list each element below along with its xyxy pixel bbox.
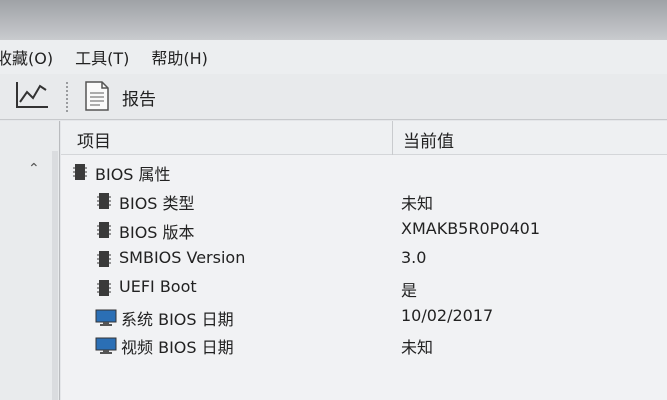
- table-row[interactable]: BIOS 版本 XMAKB5R0P0401: [61, 217, 667, 245]
- table-row[interactable]: SMBIOS Version 3.0: [61, 246, 667, 274]
- table-row[interactable]: UEFI Boot 是: [61, 275, 667, 303]
- table-header: 项目 当前值: [61, 121, 667, 155]
- chevron-up-icon[interactable]: ⌃: [28, 161, 40, 177]
- window-top-strip: [0, 0, 667, 40]
- navigation-pane: ⌃: [0, 121, 60, 400]
- document-icon[interactable]: [84, 80, 110, 112]
- table-row[interactable]: 视频 BIOS 日期 未知: [61, 332, 667, 360]
- screen: 收藏(O) 工具(T) 帮助(H) 报告 ⌃ 项目 当前值 BIOS 属性 BI…: [0, 0, 667, 400]
- table-row[interactable]: BIOS 类型 未知: [61, 188, 667, 216]
- row-value: 未知: [401, 338, 434, 357]
- scrollbar[interactable]: [52, 151, 58, 400]
- row-label: UEFI Boot: [119, 277, 197, 296]
- row-value: XMAKB5R0P0401: [401, 219, 541, 238]
- monitor-icon: [95, 337, 117, 354]
- report-button-label[interactable]: 报告: [122, 85, 156, 110]
- details-table: 项目 当前值 BIOS 属性 BIOS 类型 未知 BIOS 版本 XMAKB5…: [61, 121, 667, 400]
- menu-tools[interactable]: 工具(T): [75, 45, 129, 69]
- row-value: 是: [401, 281, 418, 300]
- row-value: 3.0: [401, 248, 427, 267]
- row-value: 未知: [401, 194, 434, 213]
- chip-icon: [97, 193, 111, 209]
- group-label: BIOS 属性: [95, 165, 171, 184]
- column-header-item[interactable]: 项目: [77, 127, 111, 152]
- chip-icon: [73, 164, 87, 180]
- chip-icon: [97, 222, 111, 238]
- row-label: SMBIOS Version: [119, 248, 246, 267]
- column-divider[interactable]: [392, 121, 393, 155]
- chip-icon: [97, 280, 111, 296]
- table-row[interactable]: 系统 BIOS 日期 10/02/2017: [61, 304, 667, 332]
- row-label: BIOS 类型: [119, 194, 195, 213]
- toolbar-separator: [66, 82, 68, 112]
- menu-favorites[interactable]: 收藏(O): [0, 45, 53, 69]
- row-label: BIOS 版本: [119, 223, 195, 242]
- row-value: 10/02/2017: [401, 306, 494, 325]
- menu-bar: 收藏(O) 工具(T) 帮助(H): [0, 40, 667, 74]
- menu-help[interactable]: 帮助(H): [151, 45, 208, 69]
- toolbar: 报告: [0, 74, 667, 120]
- row-label: 视频 BIOS 日期: [121, 338, 234, 357]
- table-group-row[interactable]: BIOS 属性: [61, 159, 667, 187]
- line-chart-icon[interactable]: [14, 80, 50, 110]
- chip-icon: [97, 251, 111, 267]
- row-label: 系统 BIOS 日期: [121, 310, 234, 329]
- monitor-icon: [95, 309, 117, 326]
- column-header-value[interactable]: 当前值: [403, 127, 454, 152]
